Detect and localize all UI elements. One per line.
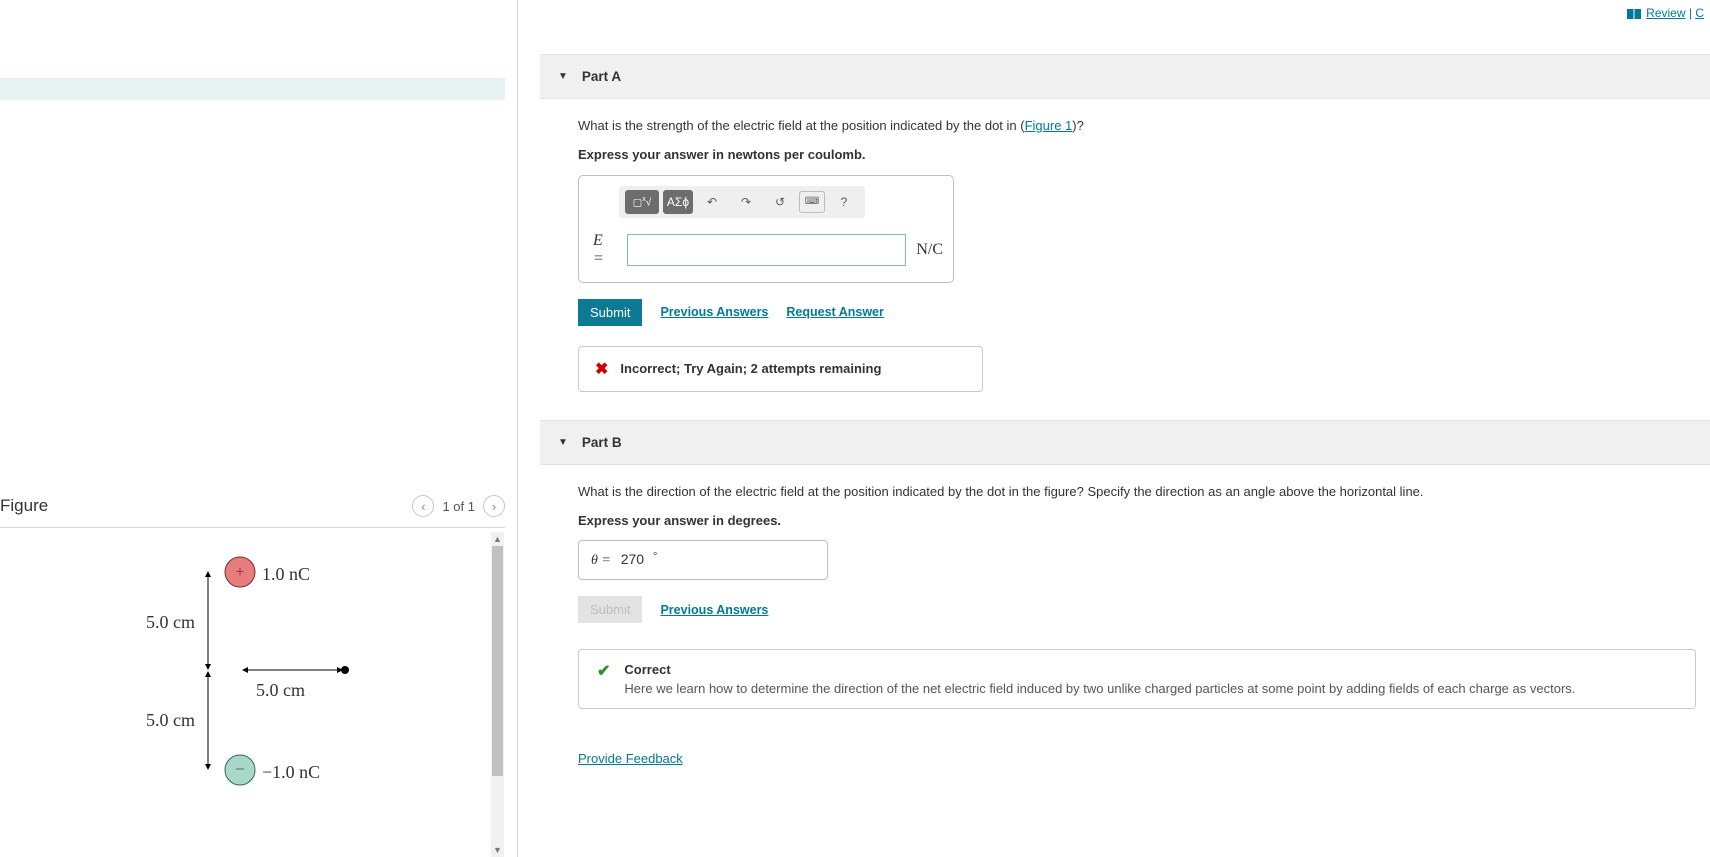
help-button[interactable]: ? (829, 190, 859, 214)
theta-label: θ = (591, 553, 611, 568)
left-panel: Figure ‹ 1 of 1 › (0, 0, 518, 857)
label-top-dist: 5.0 cm (146, 612, 195, 633)
part-b-submit-button: Submit (578, 596, 642, 623)
figure-prev-button[interactable]: ‹ (412, 495, 434, 517)
right-panel: ▼ Part A What is the strength of the ele… (540, 0, 1710, 857)
figure-ref-link[interactable]: Figure 1 (1025, 118, 1073, 133)
keyboard-button[interactable]: ⌨ (799, 191, 825, 213)
figure-pager: ‹ 1 of 1 › (412, 495, 505, 517)
part-a-body: What is the strength of the electric fie… (540, 99, 1710, 392)
correct-title: Correct (624, 662, 1575, 677)
part-a-title: Part A (582, 69, 621, 84)
degree-unit: ∘ (652, 549, 658, 560)
reset-button[interactable]: ↺ (765, 190, 795, 214)
figure-next-button[interactable]: › (483, 495, 505, 517)
label-neg-charge: −1.0 nC (262, 762, 320, 783)
part-a-actions: Submit Previous Answers Request Answer (578, 299, 1710, 326)
templates-button[interactable]: ▢x√ (625, 190, 659, 214)
caret-down-icon: ▼ (558, 437, 568, 448)
part-b-value: 270 (621, 551, 644, 567)
part-b-header[interactable]: ▼ Part B (540, 420, 1710, 465)
svg-text:+: + (235, 564, 244, 581)
part-a-header[interactable]: ▼ Part A (540, 54, 1710, 99)
figure-body: + − 1.0 nC −1.0 nC 5.0 cm 5.0 cm 5.0 cm … (0, 532, 504, 857)
info-banner (0, 78, 505, 100)
undo-button[interactable]: ↶ (697, 190, 727, 214)
label-pos-charge: 1.0 nC (262, 564, 310, 585)
correct-icon: ✔ (597, 664, 610, 696)
figure-page-label: 1 of 1 (442, 499, 475, 514)
part-a-question: What is the strength of the electric fie… (578, 117, 1710, 136)
incorrect-icon: ✖ (595, 359, 608, 379)
scroll-down-icon[interactable]: ▼ (491, 843, 504, 857)
figure-scrollbar[interactable]: ▲ ▼ (491, 532, 504, 857)
part-a-feedback: ✖ Incorrect; Try Again; 2 attempts remai… (578, 346, 983, 392)
part-a-submit-button[interactable]: Submit (578, 299, 642, 326)
scroll-thumb[interactable] (492, 546, 503, 776)
svg-text:−: − (235, 759, 245, 779)
figure-header: Figure ‹ 1 of 1 › (0, 495, 505, 528)
part-a-request-answer-link[interactable]: Request Answer (786, 305, 883, 319)
scroll-up-icon[interactable]: ▲ (491, 532, 504, 546)
input-toolbar: ▢x√ ΑΣϕ ↶ ↷ ↺ ⌨ ? (619, 186, 865, 218)
charge-diagram: + − 1.0 nC −1.0 nC 5.0 cm 5.0 cm 5.0 cm (130, 542, 430, 822)
correct-body: Here we learn how to determine the direc… (624, 681, 1575, 696)
part-b-answer-panel: θ = 270 ∘ (578, 540, 828, 580)
part-a-feedback-text: Incorrect; Try Again; 2 attempts remaini… (620, 361, 881, 376)
greek-button[interactable]: ΑΣϕ (663, 190, 693, 214)
provide-feedback-link[interactable]: Provide Feedback (578, 751, 683, 766)
equation-row: E = N/C (589, 232, 943, 268)
caret-down-icon: ▼ (558, 71, 568, 82)
part-b-feedback: ✔ Correct Here we learn how to determine… (578, 649, 1696, 709)
variable-label: E = (589, 232, 617, 268)
part-b-body: What is the direction of the electric fi… (540, 465, 1710, 767)
templates-icon: ▢x√ (633, 196, 651, 208)
units-label: N/C (916, 241, 943, 259)
part-b-previous-answers-link[interactable]: Previous Answers (660, 603, 768, 617)
part-b-instruction: Express your answer in degrees. (578, 512, 1710, 531)
label-bottom-dist: 5.0 cm (146, 710, 195, 731)
part-b-actions: Submit Previous Answers (578, 596, 1710, 623)
part-a-instruction: Express your answer in newtons per coulo… (578, 146, 1710, 165)
part-a-answer-panel: ▢x√ ΑΣϕ ↶ ↷ ↺ ⌨ ? E = N/C (578, 175, 954, 283)
part-b-question: What is the direction of the electric fi… (578, 483, 1710, 502)
redo-button[interactable]: ↷ (731, 190, 761, 214)
part-b-title: Part B (582, 435, 622, 450)
part-a-answer-input[interactable] (627, 234, 906, 266)
figure-title: Figure (0, 496, 48, 516)
part-a-previous-answers-link[interactable]: Previous Answers (660, 305, 768, 319)
label-horiz-dist: 5.0 cm (256, 680, 305, 701)
